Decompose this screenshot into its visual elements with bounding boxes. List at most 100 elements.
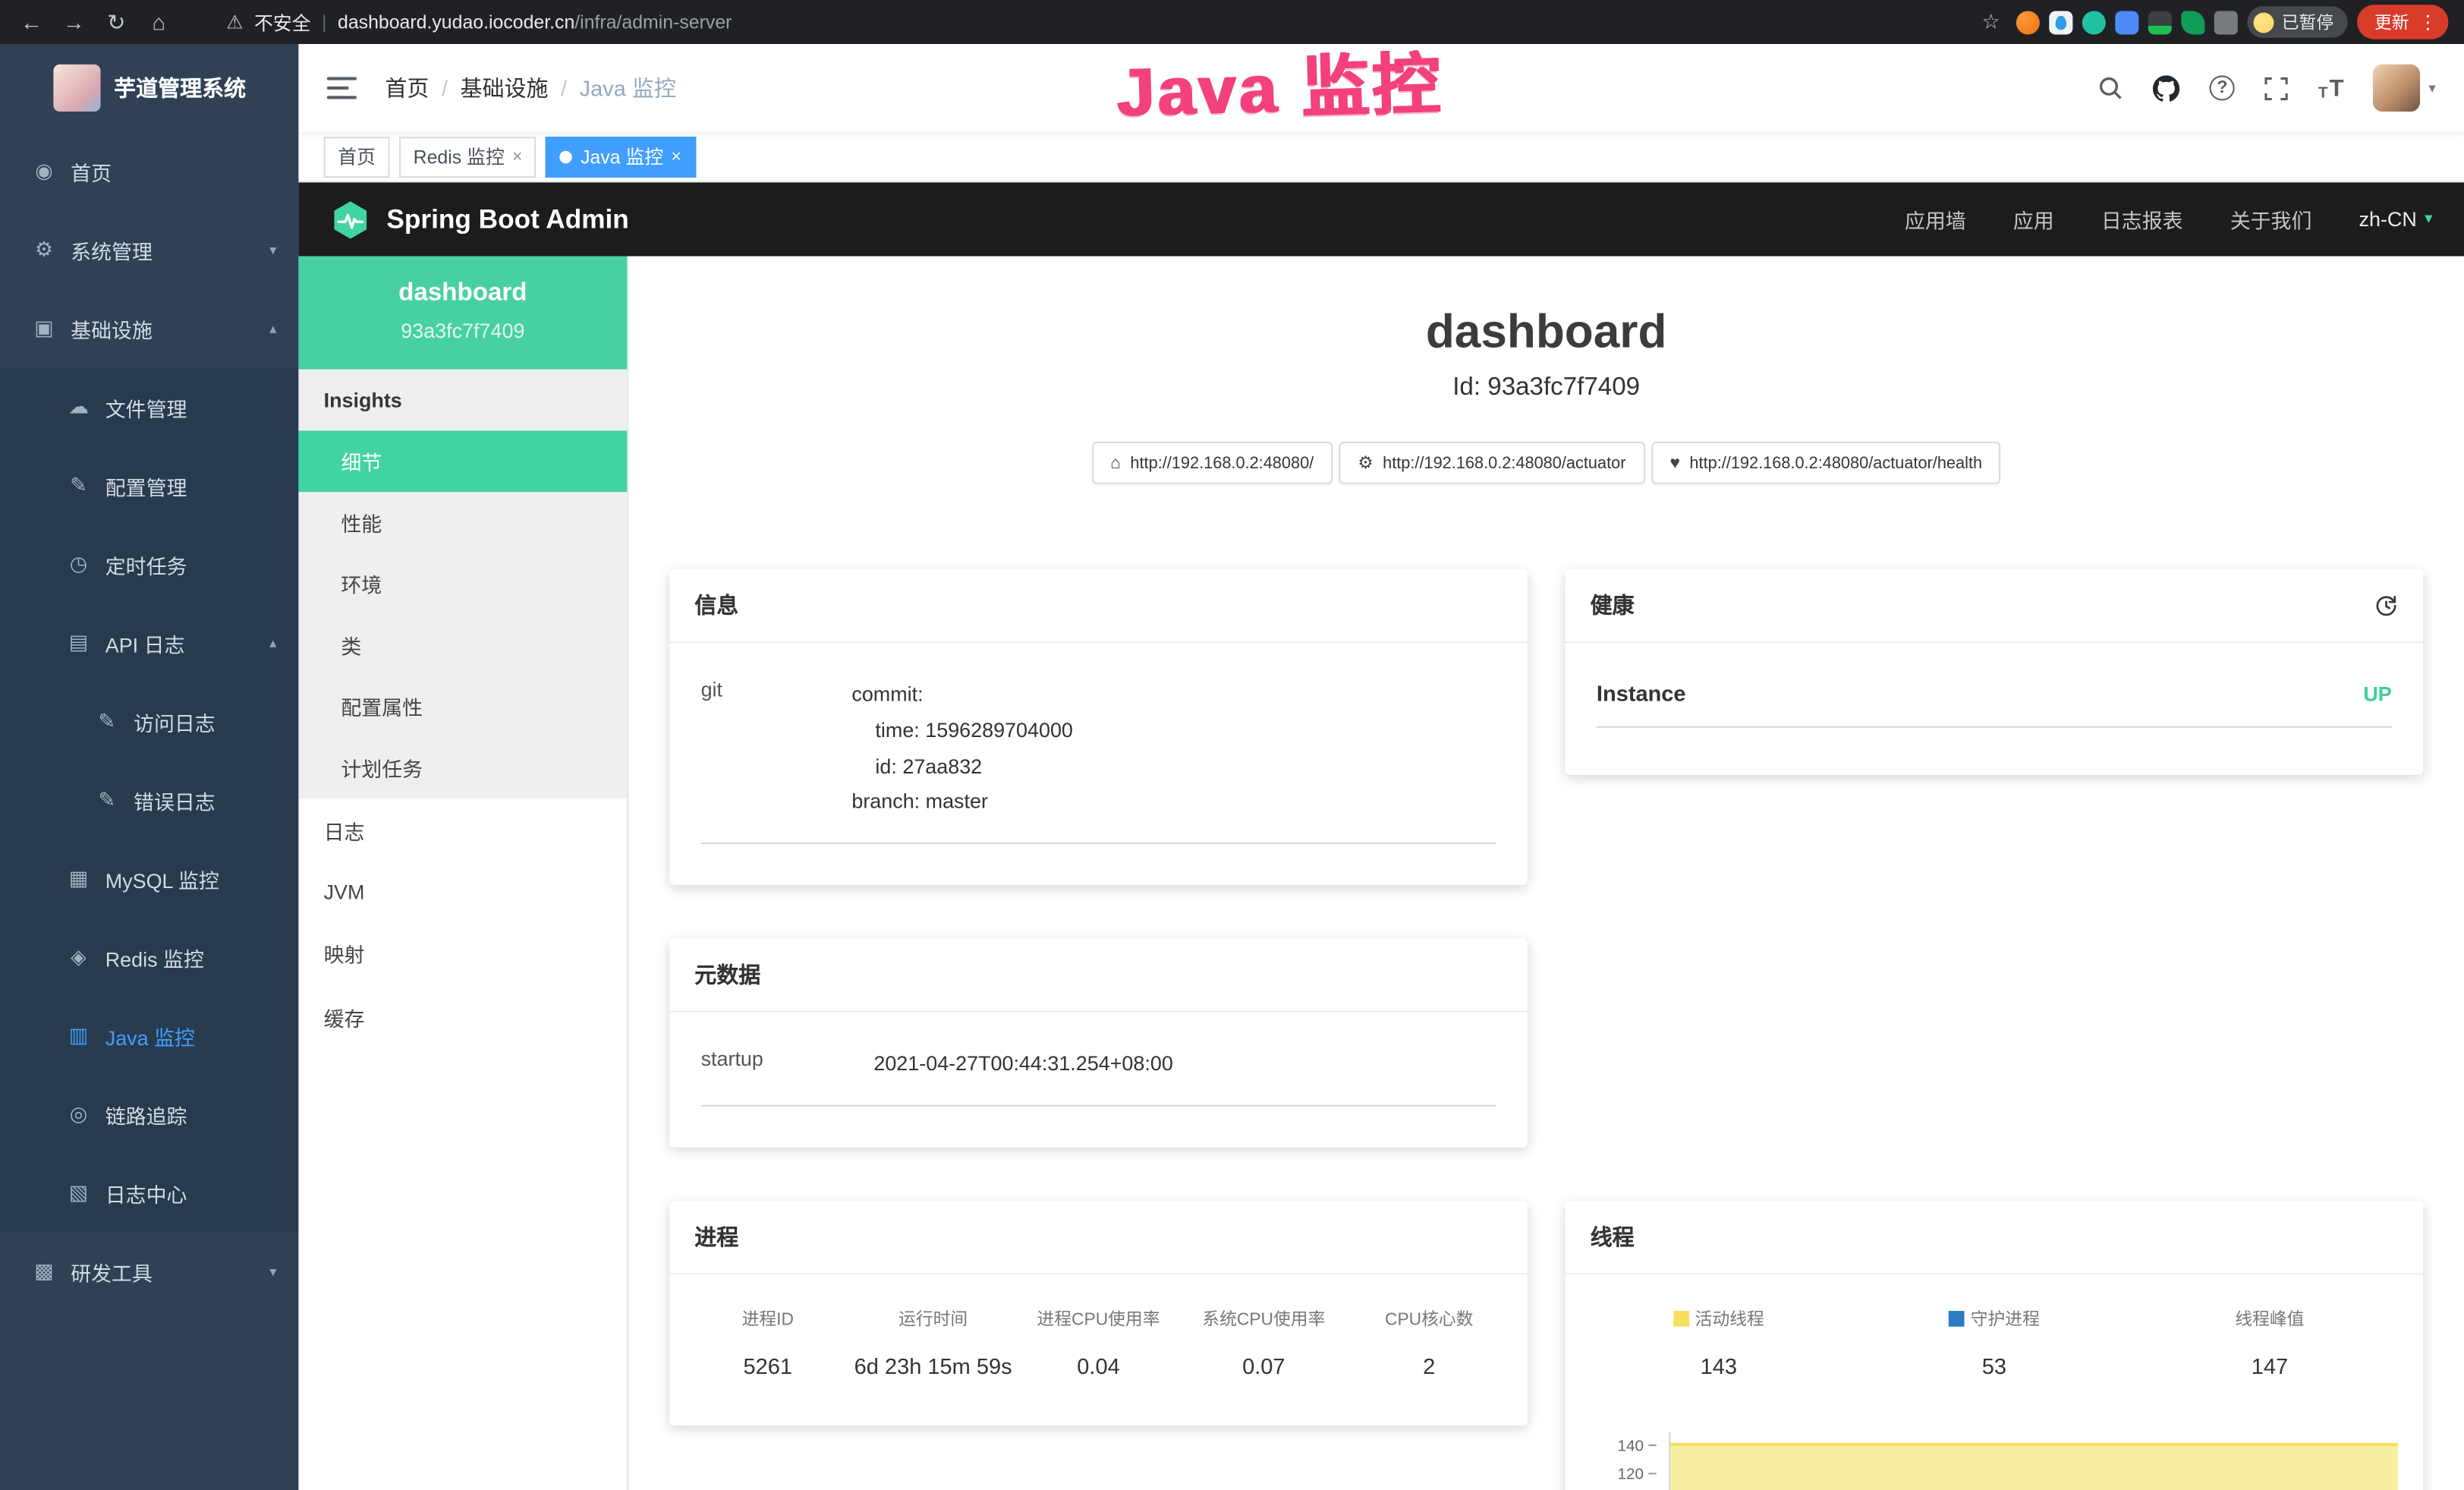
sba-item-classes[interactable]: 类	[298, 615, 627, 676]
sba-item-caches[interactable]: 缓存	[298, 985, 627, 1050]
locale-selector[interactable]: zh-CN ▾	[2359, 207, 2433, 231]
history-icon[interactable]	[2374, 594, 2398, 617]
close-icon[interactable]: ×	[672, 147, 681, 166]
stat-label: CPU核心数	[1346, 1306, 1512, 1331]
fullscreen-icon[interactable]	[2264, 76, 2288, 99]
sba-item-scheduled-tasks[interactable]: 计划任务	[298, 737, 627, 799]
reload-icon[interactable]: ↻	[101, 8, 132, 35]
app-logo-image	[52, 65, 99, 112]
fox-extension-icon[interactable]	[2016, 10, 2040, 33]
health-card-header: 健康	[1566, 569, 2424, 643]
page-url: dashboard.yudao.iocoder.cn/infra/admin-s…	[338, 11, 732, 33]
caret-down-icon: ▾	[2428, 80, 2435, 97]
green-extension-icon[interactable]	[2082, 10, 2106, 33]
health-card-title: 健康	[1591, 590, 1635, 621]
drop-extension-icon[interactable]	[2049, 10, 2072, 33]
hamburger-icon[interactable]	[327, 77, 357, 99]
sba-item-environment[interactable]: 环境	[298, 553, 627, 615]
breadcrumb-infrastructure[interactable]: 基础设施	[461, 72, 549, 103]
sidebar-item-java-monitor[interactable]: ▥ Java 监控	[0, 997, 298, 1076]
sidebar-item-dev-tools[interactable]: ▩ 研发工具 ▾	[0, 1233, 298, 1312]
clock-icon: ◷	[66, 552, 91, 577]
sidebar-item-infrastructure[interactable]: ▣ 基础设施 ▴	[0, 289, 298, 368]
sidebar-item-system-management[interactable]: ⚙ 系统管理 ▾	[0, 210, 298, 289]
forward-icon[interactable]: →	[58, 9, 90, 34]
bookmark-star-icon[interactable]: ☆	[1975, 9, 2006, 34]
sba-item-mappings[interactable]: 映射	[298, 921, 627, 985]
app-logo[interactable]: 芋道管理系统	[0, 44, 298, 132]
sidebar-item-error-logs[interactable]: ✎ 错误日志	[0, 761, 298, 840]
sidebar-item-file-management[interactable]: ☁ 文件管理	[0, 368, 298, 447]
search-icon[interactable]	[2098, 75, 2123, 100]
font-size-icon[interactable]: TT	[2318, 74, 2344, 101]
chrome-menu-icon[interactable]: ⋮	[2418, 13, 2437, 32]
instance-selector[interactable]: dashboard 93a3fc7f7409	[298, 257, 627, 370]
chrome-update-button[interactable]: 更新 ⋮	[2357, 5, 2448, 39]
sidebar-item-api-logs[interactable]: ▤ API 日志 ▴	[0, 603, 298, 682]
sba-sidebar: dashboard 93a3fc7f7409 Insights 细节 性能 环境…	[298, 257, 628, 1490]
sba-item-logs[interactable]: 日志	[298, 799, 627, 863]
puzzle-extension-icon[interactable]	[2214, 10, 2238, 33]
legend-label: 守护进程	[1856, 1306, 2132, 1331]
git-commit-line: commit:	[851, 678, 1496, 713]
sidebar-item-mysql-monitor[interactable]: ▦ MySQL 监控	[0, 840, 298, 918]
sba-item-performance[interactable]: 性能	[298, 492, 627, 553]
sidebar-item-scheduled-jobs[interactable]: ◷ 定时任务	[0, 525, 298, 604]
github-icon[interactable]	[2153, 74, 2179, 101]
tab-java-monitor[interactable]: Java 监控 ×	[546, 136, 696, 177]
metadata-key: startup	[701, 1047, 874, 1082]
threads-chart: 140 120 100	[1581, 1432, 2407, 1490]
sba-nav-about[interactable]: 关于我们	[2230, 204, 2312, 234]
help-icon[interactable]: ?	[2210, 75, 2235, 100]
address-bar[interactable]: ⚠ 不安全 | dashboard.yudao.iocoder.cn/infra…	[226, 8, 732, 35]
switch-on-extension-icon[interactable]	[2148, 10, 2172, 33]
metadata-value: 2021-04-27T00:44:31.254+08:00	[873, 1047, 1496, 1082]
health-icon: ♥	[1669, 453, 1680, 472]
sidebar-item-home[interactable]: ◉ 首页	[0, 132, 298, 211]
url-host: dashboard.yudao.iocoder.cn	[338, 11, 574, 33]
leaf-extension-icon[interactable]	[2181, 10, 2204, 33]
actuator-url-button[interactable]: ⚙ http://192.168.0.2:48080/actuator	[1339, 442, 1644, 484]
spring-boot-admin-logo-icon	[330, 199, 371, 240]
browser-chrome: ← → ↻ ⌂ ⚠ 不安全 | dashboard.yudao.iocoder.…	[0, 0, 2464, 44]
instance-links: ⌂ http://192.168.0.2:48080/ ⚙ http://192…	[628, 442, 2464, 484]
breadcrumb-separator: /	[442, 75, 448, 100]
security-label: 不安全	[254, 8, 311, 35]
active-tab-dot	[560, 150, 573, 163]
sidebar-item-label: 首页	[71, 156, 112, 186]
sba-nav-journal[interactable]: 日志报表	[2101, 204, 2183, 234]
sidebar-item-access-logs[interactable]: ✎ 访问日志	[0, 682, 298, 761]
sba-item-config-props[interactable]: 配置属性	[298, 676, 627, 737]
sidebar-item-label: 基础设施	[71, 313, 153, 343]
back-icon[interactable]: ←	[16, 9, 47, 34]
grid-extension-icon[interactable]	[2115, 10, 2138, 33]
tab-redis-monitor[interactable]: Redis 监控 ×	[399, 136, 537, 177]
sidebar-item-label: Java 监控	[105, 1021, 195, 1051]
gear-icon: ⚙	[31, 238, 56, 263]
tab-home[interactable]: 首页	[324, 136, 390, 177]
legend-peak-threads: 线程峰值 147	[2132, 1306, 2407, 1378]
close-icon[interactable]: ×	[512, 147, 522, 166]
chevron-down-icon: ▾	[269, 1263, 276, 1281]
paused-badge[interactable]: 已暂停	[2247, 6, 2348, 37]
document-icon: ✎	[94, 787, 119, 812]
document-icon: ✎	[94, 709, 119, 734]
sidebar-item-config-management[interactable]: ✎ 配置管理	[0, 446, 298, 525]
browser-home-icon[interactable]: ⌂	[143, 9, 174, 34]
sidebar-item-trace[interactable]: ◎ 链路追踪	[0, 1075, 298, 1154]
sba-nav-applications[interactable]: 应用	[2013, 204, 2054, 234]
breadcrumb-home[interactable]: 首页	[385, 72, 429, 103]
java-icon: ▥	[66, 1023, 91, 1048]
service-url-button[interactable]: ⌂ http://192.168.0.2:48080/	[1091, 442, 1333, 484]
sidebar-item-redis-monitor[interactable]: ◈ Redis 监控	[0, 918, 298, 997]
user-menu[interactable]: ▾	[2374, 65, 2436, 112]
sba-item-details[interactable]: 细节	[298, 430, 627, 492]
health-url-button[interactable]: ♥ http://192.168.0.2:48080/actuator/heal…	[1651, 442, 2001, 484]
wrench-icon: ⚙	[1358, 452, 1373, 473]
tools-icon: ▩	[31, 1259, 56, 1284]
sba-nav-wall[interactable]: 应用墙	[1905, 204, 1966, 234]
sidebar-item-log-center[interactable]: ▧ 日志中心	[0, 1154, 298, 1233]
stat-label: 运行时间	[851, 1306, 1016, 1331]
sba-brand-title[interactable]: Spring Boot Admin	[386, 203, 628, 235]
sba-item-jvm[interactable]: JVM	[298, 863, 627, 921]
